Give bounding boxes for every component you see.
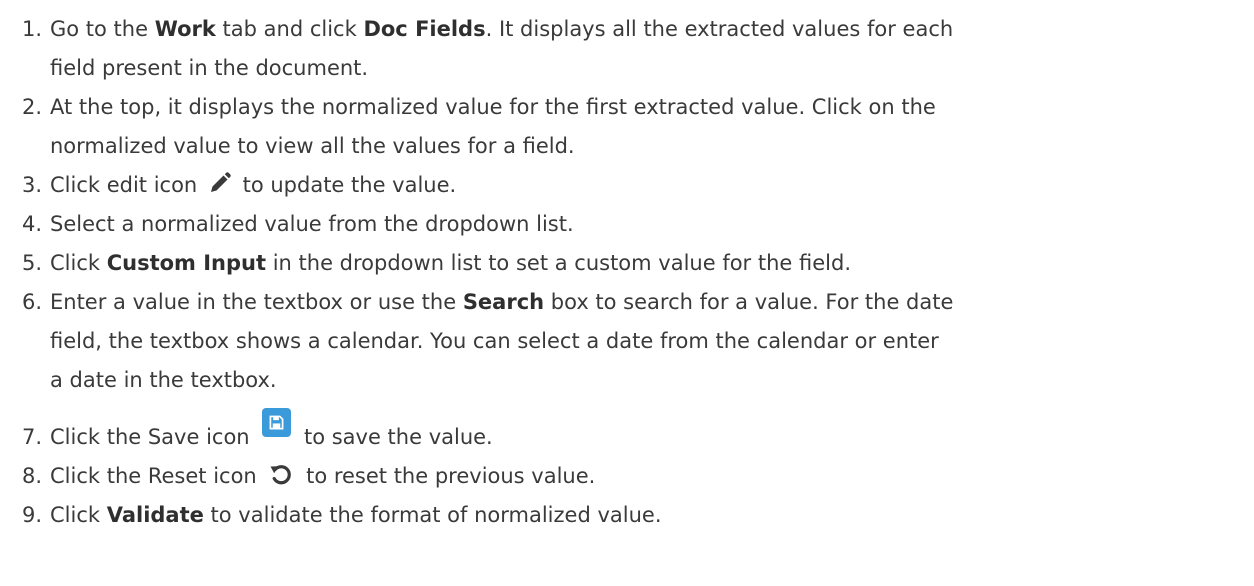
- step-text: Go to the: [50, 17, 155, 41]
- step-number: 8.: [21, 464, 42, 488]
- step-number: 1.: [21, 17, 42, 41]
- step-text: to save the value.: [297, 425, 493, 449]
- step-number: 3.: [21, 173, 42, 197]
- step-number: 5.: [21, 251, 42, 275]
- step-text: to reset the previous value.: [299, 464, 596, 488]
- step-number: 9.: [21, 503, 42, 527]
- validate-label: Validate: [106, 503, 204, 527]
- step-text: Click the Reset icon: [50, 464, 264, 488]
- step-text: Click edit icon: [50, 173, 204, 197]
- step-text: Select a normalized value from the dropd…: [50, 212, 574, 236]
- step-text: in the dropdown list to set a custom val…: [266, 251, 851, 275]
- instruction-list: 1. Go to the Work tab and click Doc Fiel…: [0, 0, 1254, 586]
- work-tab-label: Work: [154, 17, 216, 41]
- step-number: 4.: [21, 212, 42, 236]
- step-text: Click: [50, 251, 107, 275]
- step-text: to validate the format of normalized val…: [203, 503, 662, 527]
- step-text: At the top, it displays the normalized v…: [50, 95, 936, 119]
- doc-fields-label: Doc Fields: [363, 17, 486, 41]
- step-text: Enter a value in the textbox or use the: [50, 290, 463, 314]
- reset-icon: [269, 462, 293, 486]
- step-number: 6.: [21, 290, 42, 314]
- step-text: field, the textbox shows a calendar. You…: [50, 329, 939, 353]
- step-text: tab and click: [215, 17, 364, 41]
- step-text: Click: [50, 503, 107, 527]
- step-text: to update the value.: [235, 173, 457, 197]
- step-text: normalized value to view all the values …: [50, 134, 575, 158]
- step-text: a date in the textbox.: [50, 368, 277, 392]
- step-text: field present in the document.: [50, 56, 369, 80]
- pencil-icon: [208, 171, 232, 195]
- step-number: 7.: [21, 425, 42, 449]
- step-text: box to search for a value. For the date: [544, 290, 954, 314]
- custom-input-label: Custom Input: [106, 251, 267, 275]
- save-icon: [262, 407, 292, 437]
- search-label: Search: [462, 290, 545, 314]
- step-text: . It displays all the extracted values f…: [485, 17, 954, 41]
- step-number: 2.: [21, 95, 42, 119]
- step-text: Click the Save icon: [50, 425, 257, 449]
